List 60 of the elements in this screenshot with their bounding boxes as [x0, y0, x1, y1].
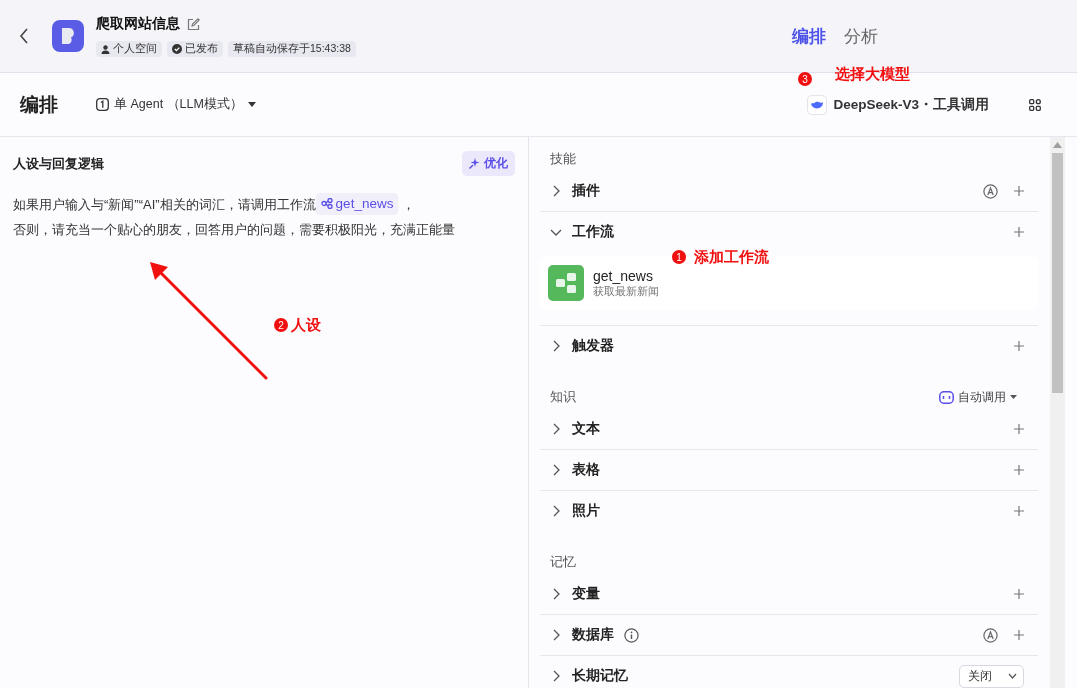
info-icon[interactable]: [624, 627, 639, 643]
annotation-label: 人设: [291, 316, 321, 335]
caret-icon: [1010, 395, 1017, 399]
add-icon[interactable]: [1014, 589, 1024, 599]
caret-icon: [247, 102, 256, 107]
skill-label[interactable]: 触发器: [572, 337, 614, 355]
auto-call-dropdown[interactable]: 自动调用: [939, 389, 1017, 405]
check-circle-icon: [172, 44, 182, 54]
skill-label[interactable]: 表格: [572, 461, 600, 479]
scrollbar[interactable]: [1050, 137, 1065, 688]
prompt-title: 人设与回复逻辑: [13, 154, 104, 173]
workflow-link[interactable]: get_news: [315, 192, 399, 215]
skill-label[interactable]: 插件: [572, 182, 600, 200]
skill-label[interactable]: 文本: [572, 420, 600, 438]
page-tab[interactable]: 编排: [791, 24, 826, 48]
layout-icon[interactable]: [1029, 98, 1041, 111]
add-icon[interactable]: [1014, 506, 1024, 516]
add-icon[interactable]: [1014, 630, 1024, 640]
add-icon[interactable]: [1014, 186, 1024, 196]
tag-label: 个人空间: [113, 42, 157, 56]
person-icon: [101, 44, 110, 54]
tag-label: 草稿自动保存于15:43:38: [233, 42, 351, 56]
skill-label[interactable]: 长期记忆: [572, 667, 628, 685]
tag-label: 已发布: [185, 42, 218, 56]
section-heading: 记忆: [550, 553, 576, 571]
sparkle-icon: [469, 158, 480, 169]
workflow-description: 获取最新新闻: [593, 284, 659, 299]
section-heading: 知识: [550, 388, 576, 406]
auto-mode-icon[interactable]: [983, 627, 998, 643]
add-icon[interactable]: [1014, 465, 1024, 475]
workflow-icon: [548, 265, 584, 301]
section-title: 编排: [20, 92, 59, 117]
bot-title: 爬取网站信息: [96, 15, 180, 33]
skill-label[interactable]: 工作流: [572, 223, 614, 241]
model-selector[interactable]: DeepSeek-V3・工具调用: [807, 94, 989, 115]
back-icon[interactable]: [19, 28, 29, 44]
memory-select[interactable]: 关闭: [959, 664, 1024, 688]
chevron-down-icon: [1008, 673, 1017, 679]
page-tab[interactable]: 分析: [843, 24, 878, 48]
optimize-button[interactable]: 优化: [462, 151, 515, 176]
app-logo-icon: [52, 20, 84, 52]
prompt-text[interactable]: 如果用户输入与“新闻”“AI”相关的词汇，请调用工作流 get_news ， 否则，请充当一个贴心的朋友，回答用户的问题，需要积极阳光，充满正能量: [13, 192, 515, 242]
add-icon[interactable]: [1014, 227, 1024, 237]
edit-icon[interactable]: [187, 17, 200, 31]
step-marker: 3: [798, 72, 812, 86]
auto-mode-icon[interactable]: [983, 183, 998, 199]
skill-label[interactable]: 数据库: [572, 626, 614, 644]
robot-icon: [939, 390, 954, 404]
skill-label[interactable]: 照片: [572, 502, 600, 520]
section-heading: 技能: [550, 150, 576, 168]
annotation-label: 选择大模型: [835, 65, 910, 84]
mode-dropdown[interactable]: 单 Agent （LLM模式）: [96, 96, 256, 113]
add-icon[interactable]: [1014, 424, 1024, 434]
workflow-name: get_news: [593, 267, 654, 284]
step-marker: 2: [274, 318, 288, 332]
skill-label[interactable]: 变量: [572, 585, 600, 603]
agent-mode-icon: [96, 98, 109, 111]
add-icon[interactable]: [1014, 341, 1024, 351]
step-marker: 1: [672, 250, 686, 264]
workflow-link-icon: [320, 198, 333, 209]
